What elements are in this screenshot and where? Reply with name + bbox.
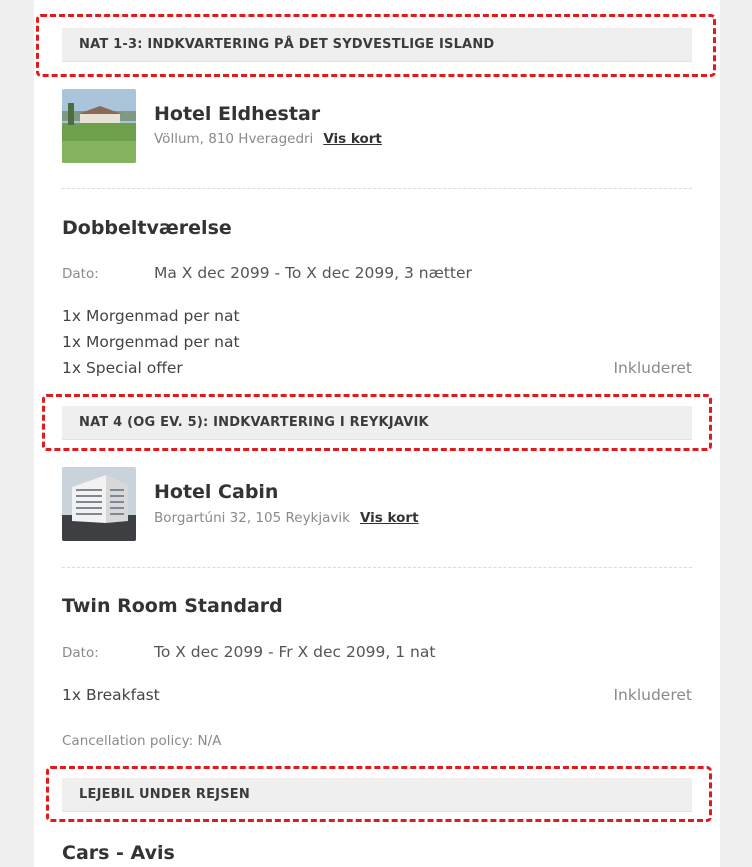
section-header-car-rental: LEJEBIL UNDER REJSEN <box>62 778 692 812</box>
car-rental-title: Cars - Avis <box>62 842 175 864</box>
hotel-name-cabin: Hotel Cabin <box>154 481 279 503</box>
hotel-address-cabin: Borgartúni 32, 105 Reykjavik Vis kort <box>154 510 419 526</box>
hotel-eldhestar-photo <box>62 89 136 163</box>
date-value: To X dec 2099 - Fr X dec 2099, 1 nat <box>154 643 436 661</box>
date-label: Dato: <box>62 645 99 661</box>
section-header-nights-1-3: NAT 1-3: INDKVARTERING PÅ DET SYDVESTLIG… <box>62 28 692 62</box>
included-item: 1x Morgenmad per nat <box>62 307 240 325</box>
hotel-name-eldhestar: Hotel Eldhestar <box>154 103 321 125</box>
room-type-title: Twin Room Standard <box>62 595 283 617</box>
hotel-cabin-photo <box>62 467 136 541</box>
hotel-address-text: Borgartúni 32, 105 Reykjavik <box>154 510 350 526</box>
cancellation-policy: Cancellation policy: N/A <box>62 733 222 749</box>
included-status: Inkluderet <box>613 686 692 704</box>
divider <box>62 567 692 568</box>
divider <box>62 188 692 189</box>
included-item: 1x Breakfast <box>62 686 160 704</box>
vis-kort-link-cabin[interactable]: Vis kort <box>360 510 419 526</box>
included-status: Inkluderet <box>613 359 692 377</box>
room-type-title: Dobbeltværelse <box>62 217 232 239</box>
included-item: 1x Morgenmad per nat <box>62 333 240 351</box>
date-value: Ma X dec 2099 - To X dec 2099, 3 nætter <box>154 264 472 282</box>
date-label: Dato: <box>62 266 99 282</box>
vis-kort-link-eldhestar[interactable]: Vis kort <box>323 131 382 147</box>
included-item: 1x Special offer <box>62 359 183 377</box>
hotel-address-eldhestar: Völlum, 810 Hveragedri Vis kort <box>154 131 382 147</box>
section-header-night-4: NAT 4 (OG EV. 5): INDKVARTERING I REYKJA… <box>62 406 692 440</box>
hotel-address-text: Völlum, 810 Hveragedri <box>154 131 314 147</box>
